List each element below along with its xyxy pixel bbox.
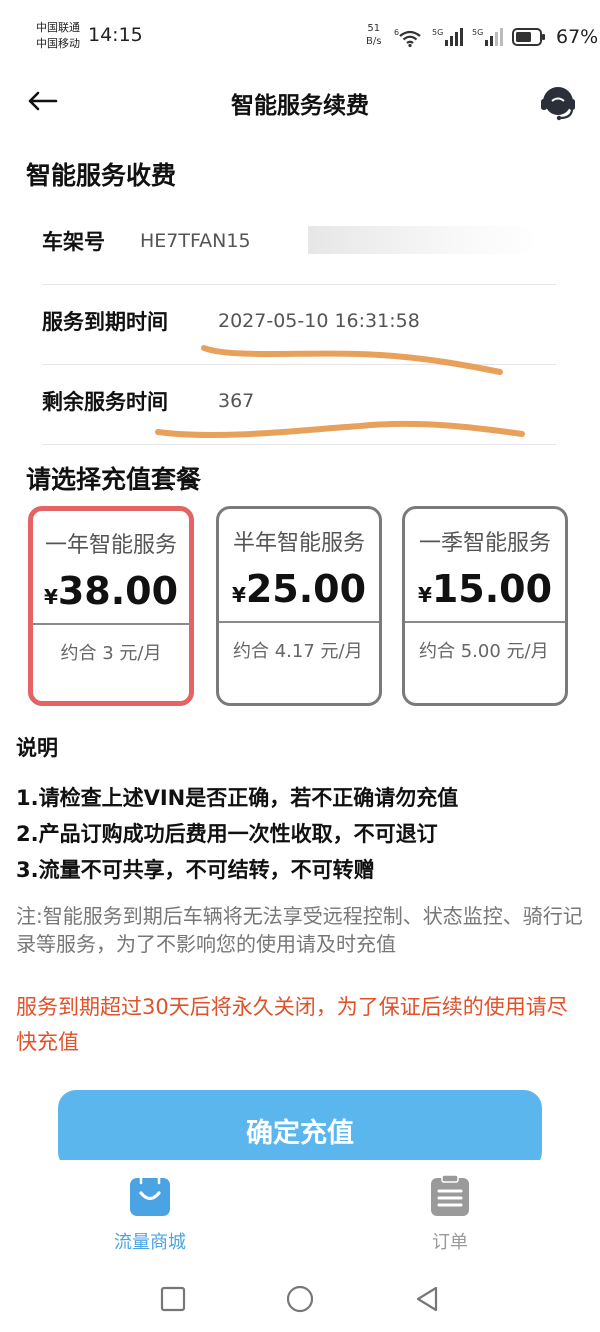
plan-card-annual[interactable]: 一年智能服务 ¥38.00 约合 3 元/月: [28, 506, 194, 706]
page-title: 智能服务续费: [231, 93, 369, 119]
vin-redaction-blur: [308, 226, 538, 254]
plan-monthly-price: 约合 3 元/月: [60, 643, 162, 664]
system-navigation-bar: [0, 1262, 600, 1332]
plan-divider: [405, 621, 565, 623]
rules-list: 1.请检查上述VIN是否正确，若不正确请勿充值 2.产品订购成功后费用一次性收取…: [16, 780, 458, 888]
plan-amount: 25.00: [245, 567, 367, 611]
plan-monthly-price: 约合 4.17 元/月: [233, 641, 363, 662]
plan-price: ¥15.00: [405, 567, 565, 611]
plan-amount: 38.00: [57, 569, 179, 613]
back-triangle-icon[interactable]: [412, 1284, 442, 1314]
network-speed-value: 51: [367, 23, 381, 34]
vin-label: 车架号: [42, 230, 105, 254]
rule-item: 3.流量不可共享，不可结转，不可转赠: [16, 858, 375, 882]
vin-value: HE7TFAN15: [140, 230, 251, 252]
battery-icon: [512, 28, 545, 46]
expiry-value: 2027-05-10 16:31:58: [218, 310, 420, 332]
signal-2-icon: 5G: [472, 28, 503, 46]
underline-expiry: [201, 345, 503, 375]
signal-1-badge: 5G: [432, 28, 443, 37]
plan-amount: 15.00: [431, 567, 553, 611]
plan-name: 一季智能服务: [418, 531, 551, 556]
carrier-names: 中国联通 中国移动: [36, 20, 80, 52]
status-icons: 6 5G 5G 67%: [394, 24, 598, 50]
battery-percentage: 67%: [556, 26, 599, 48]
plans-section-title: 请选择充值套餐: [26, 465, 202, 494]
wifi-icon: 6: [394, 28, 421, 48]
customer-service-icon[interactable]: [538, 82, 578, 122]
carrier-2: 中国移动: [36, 37, 80, 50]
rule-item: 2.产品订购成功后费用一次性收取，不可退订: [16, 822, 438, 846]
order-list-icon: [431, 1174, 469, 1216]
tab-label: 流量商城: [114, 1232, 186, 1253]
status-bar: 中国联通 中国移动 14:15 51 B/s 6 5G 5G 67%: [0, 0, 600, 72]
shopping-bag-icon: [130, 1176, 170, 1216]
tab-orders[interactable]: 订单: [370, 1160, 530, 1260]
navigation-header: 智能服务续费: [0, 72, 600, 132]
expiry-warning: 服务到期超过30天后将永久关闭，为了保证后续的使用请尽快充值: [16, 995, 568, 1054]
plan-card-quarter[interactable]: 一季智能服务 ¥15.00 约合 5.00 元/月: [402, 506, 568, 706]
plan-divider: [219, 621, 379, 623]
currency-symbol: ¥: [231, 583, 246, 607]
plan-card-half-year[interactable]: 半年智能服务 ¥25.00 约合 4.17 元/月: [216, 506, 382, 706]
plan-price: ¥25.00: [219, 567, 379, 611]
network-speed: 51 B/s: [366, 22, 381, 48]
handwritten-underline-annotations: [155, 345, 525, 439]
currency-symbol: ¥: [417, 583, 432, 607]
signal-2-badge: 5G: [472, 28, 483, 37]
wifi-badge: 6: [394, 28, 399, 37]
carrier-1: 中国联通: [36, 21, 80, 34]
recent-apps-icon[interactable]: [158, 1284, 188, 1314]
home-icon[interactable]: [285, 1284, 315, 1314]
rule-item: 1.请检查上述VIN是否正确，若不正确请勿充值: [16, 786, 459, 810]
plan-name: 一年智能服务: [44, 533, 177, 558]
currency-symbol: ¥: [43, 585, 58, 609]
plan-name: 半年智能服务: [232, 531, 365, 556]
tab-label: 订单: [432, 1232, 468, 1253]
status-time: 14:15: [88, 24, 143, 46]
service-note: 注:智能服务到期后车辆将无法享受远程控制、状态监控、骑行记录等服务，为了不影响您…: [16, 904, 583, 956]
service-section-title: 智能服务收费: [26, 161, 177, 190]
underline-remaining: [155, 420, 525, 439]
bottom-tab-bar: 流量商城 订单: [0, 1160, 600, 1260]
tab-data-store[interactable]: 流量商城: [70, 1160, 230, 1260]
plan-divider: [33, 623, 189, 625]
signal-1-icon: 5G: [432, 28, 463, 46]
description-title: 说明: [16, 736, 58, 760]
info-row-vin: 车架号 HE7TFAN15: [42, 204, 556, 285]
network-speed-unit: B/s: [366, 36, 382, 47]
plan-price: ¥38.00: [33, 569, 189, 613]
plan-monthly-price: 约合 5.00 元/月: [419, 641, 549, 662]
confirm-recharge-button[interactable]: 确定充值: [58, 1090, 542, 1170]
